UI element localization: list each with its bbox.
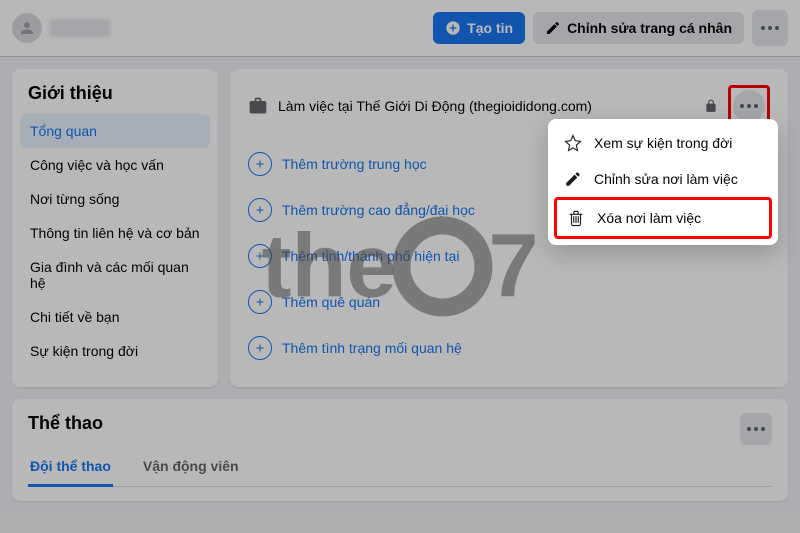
plus-icon [248, 336, 272, 360]
avatar[interactable] [12, 13, 42, 43]
edit-profile-button[interactable]: Chỉnh sửa trang cá nhân [533, 12, 744, 44]
add-relationship[interactable]: Thêm tình trạng mối quan hệ [248, 325, 770, 371]
sports-title: Thể thao [28, 413, 772, 434]
sidebar-item-work-education[interactable]: Công việc và học vấn [20, 148, 210, 182]
dots-icon [761, 26, 779, 30]
plus-icon [248, 198, 272, 222]
plus-icon [248, 244, 272, 268]
sidebar-item-overview[interactable]: Tổng quan [20, 114, 210, 148]
header-more-button[interactable] [752, 10, 788, 46]
sidebar-item-family[interactable]: Gia đình và các mối quan hệ [20, 250, 210, 300]
dots-icon [740, 104, 758, 108]
about-sidebar: Giới thiệu Tổng quan Công việc và học vấ… [12, 69, 218, 387]
profile-header: Tạo tin Chỉnh sửa trang cá nhân [0, 0, 800, 57]
workplace-more-button[interactable] [733, 90, 765, 122]
lock-icon[interactable] [704, 99, 718, 113]
sidebar-item-contact-basic[interactable]: Thông tin liên hệ và cơ bản [20, 216, 210, 250]
tab-athletes[interactable]: Vận động viên [141, 448, 241, 486]
sidebar-item-details[interactable]: Chi tiết về bạn [20, 300, 210, 334]
sidebar-item-life-events[interactable]: Sự kiện trong đời [20, 334, 210, 368]
pencil-icon [564, 170, 582, 188]
pencil-icon [545, 20, 561, 36]
plus-icon [248, 290, 272, 314]
sidebar-title: Giới thiệu [20, 83, 210, 114]
create-story-button[interactable]: Tạo tin [433, 12, 525, 44]
sports-more-button[interactable] [740, 413, 772, 445]
sports-card: Thể thao Đội thể thao Vận động viên [12, 399, 788, 501]
star-icon [564, 134, 582, 152]
briefcase-icon [248, 96, 268, 116]
trash-icon [567, 209, 585, 227]
workplace-dropdown: Xem sự kiện trong đời Chỉnh sửa nơi làm … [548, 119, 778, 245]
tab-sports-teams[interactable]: Đội thể thao [28, 448, 113, 486]
dropdown-delete-workplace[interactable]: Xóa nơi làm việc [554, 197, 772, 239]
person-icon [18, 19, 36, 37]
dots-icon [747, 427, 765, 431]
dropdown-edit-workplace[interactable]: Chỉnh sửa nơi làm việc [554, 161, 772, 197]
sports-tabs: Đội thể thao Vận động viên [28, 448, 772, 487]
about-content: Làm việc tại Thế Giới Di Động (thegioidi… [230, 69, 788, 387]
sidebar-item-places-lived[interactable]: Nơi từng sống [20, 182, 210, 216]
profile-name-blurred [50, 19, 110, 37]
plus-circle-icon [445, 20, 461, 36]
add-hometown[interactable]: Thêm quê quán [248, 279, 770, 325]
dropdown-view-life-event[interactable]: Xem sự kiện trong đời [554, 125, 772, 161]
workplace-text: Làm việc tại Thế Giới Di Động (thegioidi… [278, 98, 694, 114]
plus-icon [248, 152, 272, 176]
